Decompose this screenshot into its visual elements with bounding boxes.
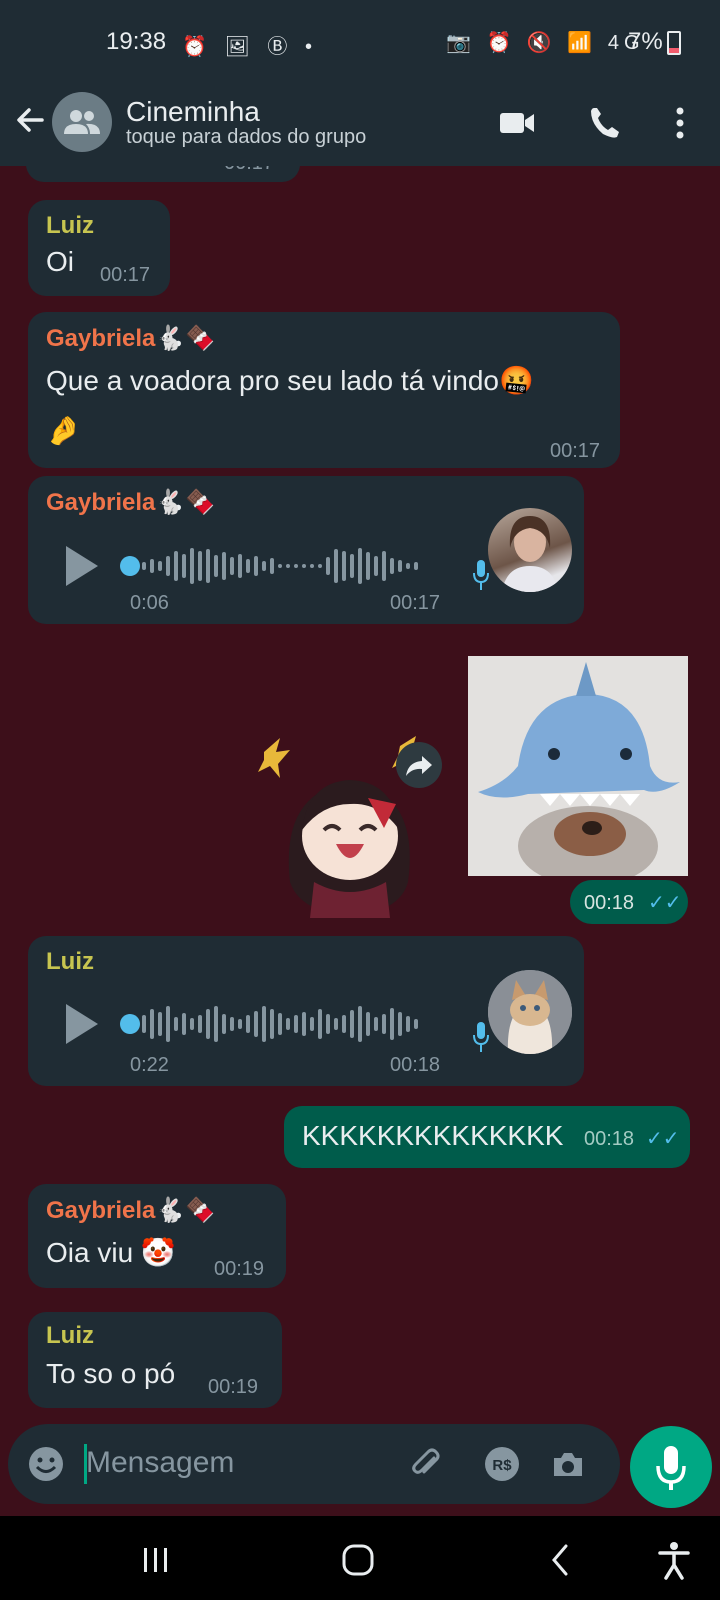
voice-record-button[interactable]: [630, 1426, 712, 1508]
message-time: 00:17: [390, 592, 441, 614]
system-icons: 📷 ⏰ 🔇 📶 4G: [446, 32, 645, 54]
voice-sender-avatar: [488, 970, 572, 1054]
message-text: Que a voadora pro seu lado tá vindo🤬: [46, 365, 534, 396]
back-arrow-icon[interactable]: [12, 102, 52, 142]
voice-waveform[interactable]: [142, 1004, 418, 1044]
message-text: Oi: [46, 246, 74, 277]
more-options-icon[interactable]: [656, 98, 704, 146]
home-icon[interactable]: [334, 1536, 382, 1584]
back-icon[interactable]: [536, 1536, 584, 1584]
message-bubble[interactable]: Gaybriela🐇🍫 Que a voadora pro seu lado t…: [28, 312, 620, 468]
paperclip-icon[interactable]: [406, 1444, 446, 1484]
video-call-icon[interactable]: [494, 98, 542, 146]
voice-duration: 0:22: [130, 1054, 169, 1076]
message-time: 00:18: [584, 1128, 635, 1150]
message-time: 00:19: [214, 1258, 265, 1280]
message-text-line2: 🤌: [46, 415, 81, 446]
sender-name: Luiz: [46, 212, 94, 239]
system-nav-bar: [0, 1516, 720, 1600]
chat-subtitle[interactable]: toque para dados do grupo: [126, 126, 366, 149]
microphone-icon: [656, 1446, 686, 1490]
payment-label: R$: [492, 1457, 512, 1474]
battery-percent: 7%: [628, 28, 663, 55]
message-bubble[interactable]: Gaybriela🐇🍫 Oia viu 🤡 00:19: [28, 1184, 286, 1288]
message-time: 00:17: [550, 440, 601, 462]
message-bubble-sent[interactable]: KKKKKKKKKKKKKK 00:18 ✓✓: [284, 1106, 690, 1168]
emoji-icon[interactable]: [26, 1444, 66, 1484]
play-icon[interactable]: [66, 546, 98, 586]
voice-seek-handle[interactable]: [120, 556, 140, 576]
voice-call-icon[interactable]: [582, 98, 630, 146]
message-list[interactable]: 00:17 Luiz Oi 00:17 Gaybriela🐇🍫 Que a vo…: [0, 166, 720, 1420]
play-icon[interactable]: [66, 1004, 98, 1044]
notification-icons: ⏰ 🖼 Ⓑ •: [182, 36, 318, 58]
voice-waveform[interactable]: [142, 546, 418, 586]
voice-seek-handle[interactable]: [120, 1014, 140, 1034]
sticker-message[interactable]: [250, 732, 450, 918]
message-time: 00:17: [224, 166, 274, 175]
camera-icon[interactable]: [548, 1444, 588, 1484]
sender-name: Luiz: [46, 1322, 94, 1349]
message-text: To so o pó: [46, 1358, 176, 1389]
sender-name: Gaybriela🐇🍫: [46, 489, 216, 516]
message-bubble-partial[interactable]: 00:17: [26, 166, 300, 182]
message-text: Oia viu 🤡: [46, 1237, 176, 1268]
mic-icon: [473, 1022, 489, 1052]
message-text: KKKKKKKKKKKKKK: [302, 1120, 564, 1151]
message-bubble[interactable]: Luiz Oi 00:17: [28, 200, 170, 296]
shark-hat-dog-image: [468, 656, 688, 876]
sender-name: Gaybriela🐇🍫: [46, 1197, 216, 1224]
payment-icon[interactable]: R$: [482, 1444, 522, 1484]
read-receipt-icon: ✓✓: [646, 1128, 680, 1150]
mic-icon: [473, 560, 489, 590]
message-time: 00:19: [208, 1376, 259, 1398]
message-bubble[interactable]: Luiz To so o pó 00:19: [28, 1312, 282, 1408]
sender-name: Luiz: [46, 948, 94, 975]
battery-indicator: 7%: [628, 28, 681, 56]
image-time-pill: 00:18 ✓✓: [570, 880, 688, 924]
group-avatar[interactable]: [52, 92, 112, 152]
chat-header: Cineminha toque para dados do grupo: [0, 88, 720, 166]
sender-name: Gaybriela🐇🍫: [46, 325, 216, 352]
message-composer[interactable]: Mensagem R$: [8, 1424, 620, 1504]
message-time: 00:17: [100, 264, 151, 286]
recent-apps-icon[interactable]: [132, 1536, 180, 1584]
image-message[interactable]: [468, 656, 688, 876]
clock: 19:38: [106, 28, 167, 55]
voice-duration: 0:06: [130, 592, 169, 614]
message-time: 00:18: [584, 892, 635, 914]
chat-title[interactable]: Cineminha: [126, 96, 260, 128]
status-bar: 19:38 ⏰ 🖼 Ⓑ • 📷 ⏰ 🔇 📶 4G 7%: [0, 0, 720, 88]
voice-sender-avatar: [488, 508, 572, 592]
message-time: 00:18: [390, 1054, 441, 1076]
read-receipt-icon: ✓✓: [648, 892, 682, 914]
accessibility-icon[interactable]: [650, 1536, 698, 1584]
forward-icon[interactable]: [396, 742, 442, 788]
voice-message-bubble[interactable]: Luiz 0:22 00:18: [28, 936, 584, 1086]
battery-icon: [666, 30, 681, 55]
message-input[interactable]: Mensagem: [86, 1446, 234, 1480]
group-icon: [64, 110, 100, 134]
voice-message-bubble[interactable]: Gaybriela🐇🍫 0:06 00:17: [28, 476, 584, 624]
